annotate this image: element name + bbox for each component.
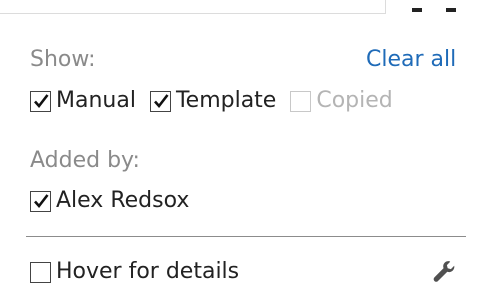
clear-all-link[interactable]: Clear all xyxy=(366,47,456,73)
show-label: Show: xyxy=(30,47,96,72)
checkbox-checked-icon[interactable] xyxy=(30,190,51,212)
checkbox-unchecked-icon[interactable] xyxy=(290,90,312,112)
show-options: Manual Template Copied xyxy=(30,86,407,116)
added-by-label: Added by: xyxy=(30,148,140,173)
divider xyxy=(26,236,466,237)
hover-for-details-label: Hover for details xyxy=(56,259,240,284)
checkbox-unchecked-icon[interactable] xyxy=(30,261,51,283)
added-by-options: Alex Redsox xyxy=(30,186,203,216)
hover-option: Hover for details xyxy=(30,257,253,287)
checkbox-checked-icon[interactable] xyxy=(149,90,171,112)
template-label: Template xyxy=(175,88,277,113)
alex-redsox-label: Alex Redsox xyxy=(56,188,190,213)
wrench-icon[interactable] xyxy=(430,258,458,286)
hover-for-details-checkbox[interactable]: Hover for details xyxy=(30,259,239,285)
copied-label: Copied xyxy=(316,88,393,113)
copied-checkbox[interactable]: Copied xyxy=(290,88,393,114)
alex-redsox-checkbox[interactable]: Alex Redsox xyxy=(30,188,189,214)
filter-panel: Show: Clear all Manual Template Copied A… xyxy=(0,0,485,307)
checkbox-checked-icon[interactable] xyxy=(30,90,51,112)
manual-checkbox[interactable]: Manual xyxy=(30,88,136,114)
minimize-icon[interactable] xyxy=(412,8,422,12)
template-checkbox[interactable]: Template xyxy=(149,88,277,114)
search-box-edge[interactable] xyxy=(0,0,386,14)
collapse-icon[interactable] xyxy=(446,8,456,12)
manual-label: Manual xyxy=(56,88,136,113)
